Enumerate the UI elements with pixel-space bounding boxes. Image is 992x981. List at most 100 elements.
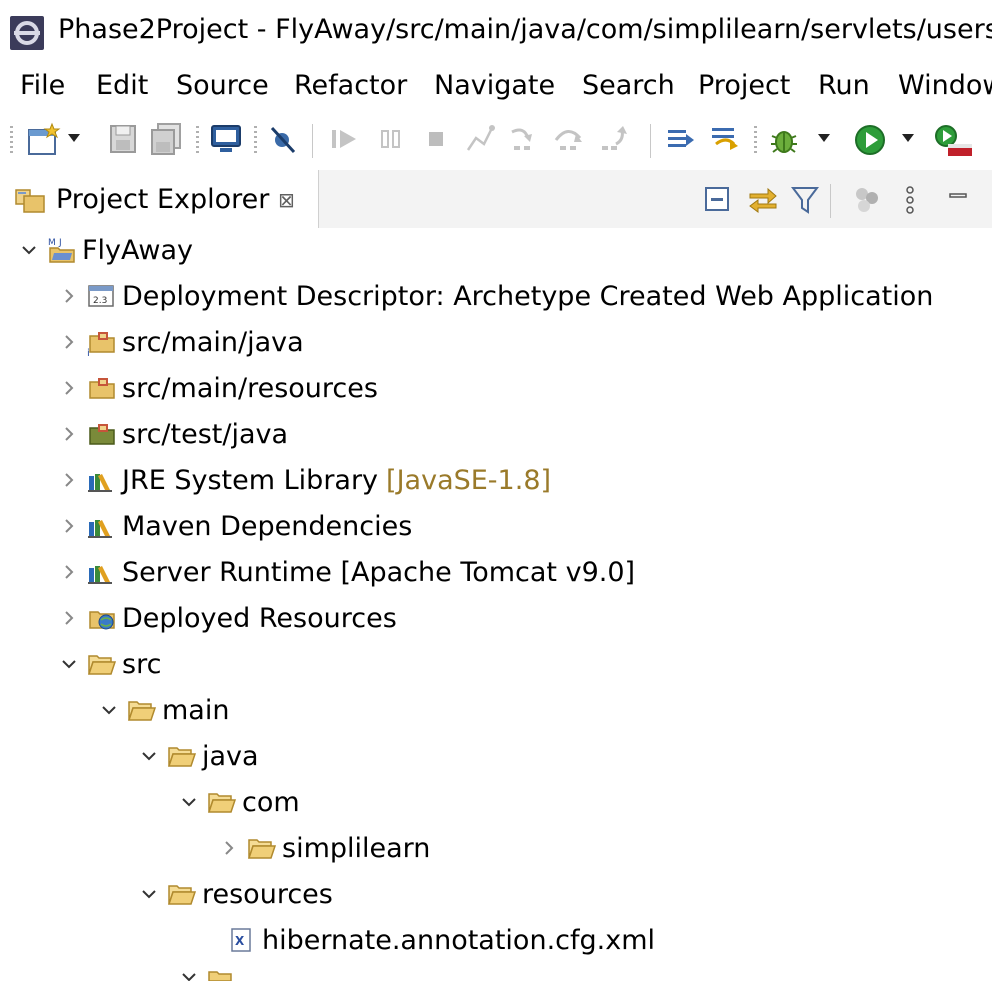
project-tree: M J FlyAway 2.3 Deployment Descriptor: A… (0, 228, 992, 981)
library-icon (88, 520, 112, 538)
tree-item-main[interactable]: main (98, 688, 229, 732)
terminal-icon[interactable] (210, 122, 242, 156)
chevron-right-icon[interactable] (218, 837, 240, 859)
test-folder-icon (89, 424, 115, 445)
chevron-right-icon[interactable] (58, 285, 80, 307)
suspend-icon[interactable] (376, 122, 406, 156)
tree-item-label: src/test/java (122, 418, 289, 450)
new-wizard-icon[interactable] (26, 122, 62, 158)
run-icon[interactable] (852, 122, 888, 158)
tree-item-server-runtime[interactable]: Server Runtime [Apache Tomcat v9.0] (58, 550, 635, 594)
tree-item-label: Server Runtime [Apache Tomcat v9.0] (122, 556, 636, 588)
view-menu-icon[interactable] (902, 184, 918, 216)
menu-edit[interactable]: Edit (96, 70, 148, 101)
tree-item-label: src/main/resources (122, 372, 378, 404)
menu-source[interactable]: Source (176, 70, 269, 101)
disconnect-icon[interactable] (464, 122, 496, 156)
toolbar-grip (754, 126, 757, 156)
tree-item-hibernate-cfg-xml[interactable]: X hibernate.annotation.cfg.xml (198, 918, 655, 962)
menu-window[interactable]: Window (898, 70, 992, 101)
menu-search[interactable]: Search (582, 70, 675, 101)
run-dropdown-icon[interactable] (900, 132, 916, 144)
toolbar-grip (10, 126, 13, 156)
project-explorer-icon (15, 189, 45, 213)
menu-project[interactable]: Project (698, 70, 790, 101)
external-tools-icon[interactable] (934, 122, 974, 158)
group-icon[interactable] (852, 184, 882, 214)
tree-item-label: main (162, 694, 230, 726)
folder-icon (207, 793, 236, 813)
step-into-icon[interactable] (508, 122, 540, 156)
menu-refactor[interactable]: Refactor (294, 70, 407, 101)
toolbar-grip (254, 126, 257, 156)
svg-text:2.3: 2.3 (93, 296, 107, 306)
tree-item-deployed-resources[interactable]: Deployed Resources (58, 596, 397, 640)
folder-icon (127, 701, 156, 721)
use-step-filters-icon[interactable] (664, 122, 698, 156)
tree-item-src[interactable]: src (58, 642, 161, 686)
debug-dropdown-icon[interactable] (816, 132, 832, 144)
chevron-down-icon[interactable] (98, 699, 120, 721)
menu-navigate[interactable]: Navigate (434, 70, 555, 101)
save-icon[interactable] (108, 122, 138, 156)
folder-icon (208, 971, 232, 981)
tree-item-label: FlyAway (82, 234, 193, 266)
xml-file-icon: X (231, 928, 251, 952)
minimize-icon[interactable] (948, 192, 968, 200)
filter-icon[interactable] (790, 184, 820, 216)
view-tab-bar: Project Explorer ⊠ (0, 170, 992, 229)
chevron-right-icon[interactable] (58, 331, 80, 353)
tree-item-com[interactable]: com (178, 780, 300, 824)
view-tab-label: Project Explorer (56, 184, 270, 215)
save-all-icon[interactable] (150, 122, 182, 156)
skip-breakpoints-icon[interactable] (268, 122, 298, 156)
tree-item-resources[interactable]: resources (138, 872, 333, 916)
folder-icon (167, 747, 196, 767)
tree-item-label: hibernate.annotation.cfg.xml (262, 924, 656, 956)
tree-item-src-test-java[interactable]: src/test/java (58, 412, 288, 456)
tree-item-maven-dependencies[interactable]: Maven Dependencies (58, 504, 412, 548)
chevron-down-icon[interactable] (138, 883, 160, 905)
toolbar-separator (830, 184, 831, 218)
chevron-down-icon[interactable] (58, 653, 80, 675)
tree-item-label: JRE System Library (122, 464, 379, 496)
chevron-down-icon[interactable] (18, 239, 40, 261)
tree-item-label: src (122, 648, 162, 680)
tree-item-label: src/main/java (122, 326, 304, 358)
new-dropdown-icon[interactable] (66, 132, 82, 144)
tree-item-simplilearn[interactable]: simplilearn (218, 826, 430, 870)
collapse-all-icon[interactable] (702, 184, 732, 214)
terminate-icon[interactable] (422, 122, 452, 156)
tree-item-deployment-descriptor[interactable]: 2.3 Deployment Descriptor: Archetype Cre… (58, 274, 933, 318)
step-over-icon[interactable] (552, 122, 586, 156)
chevron-down-icon[interactable] (138, 745, 160, 767)
step-return-icon[interactable] (598, 122, 632, 156)
folder-icon (247, 839, 276, 859)
chevron-right-icon[interactable] (58, 377, 80, 399)
close-icon[interactable]: ⊠ (278, 188, 295, 212)
menu-run[interactable]: Run (818, 70, 870, 101)
tree-item-jre-system-library[interactable]: JRE System Library [JavaSE-1.8] (58, 458, 551, 502)
tree-item-src-main-java[interactable]: i src/main/java (58, 320, 304, 364)
chevron-right-icon[interactable] (58, 469, 80, 491)
chevron-right-icon[interactable] (58, 607, 80, 629)
web-resources-icon (89, 611, 115, 630)
chevron-right-icon[interactable] (58, 561, 80, 583)
tree-item-src-main-resources[interactable]: src/main/resources (58, 366, 378, 410)
tree-item-flyaway[interactable]: M J FlyAway (18, 228, 193, 272)
drop-to-frame-icon[interactable] (708, 122, 742, 156)
chevron-down-icon[interactable] (178, 791, 200, 813)
main-toolbar (0, 112, 992, 168)
tree-item-java[interactable]: java (138, 734, 259, 778)
resource-folder-icon (89, 378, 115, 399)
debug-icon[interactable] (766, 122, 802, 158)
toolbar-separator (312, 124, 313, 158)
chevron-right-icon[interactable] (58, 423, 80, 445)
link-with-editor-icon[interactable] (746, 184, 780, 214)
resume-icon[interactable] (328, 122, 362, 156)
eclipse-app-icon (10, 16, 44, 50)
tab-project-explorer[interactable]: Project Explorer ⊠ (0, 170, 319, 228)
menu-file[interactable]: File (20, 70, 65, 101)
chevron-right-icon[interactable] (58, 515, 80, 537)
